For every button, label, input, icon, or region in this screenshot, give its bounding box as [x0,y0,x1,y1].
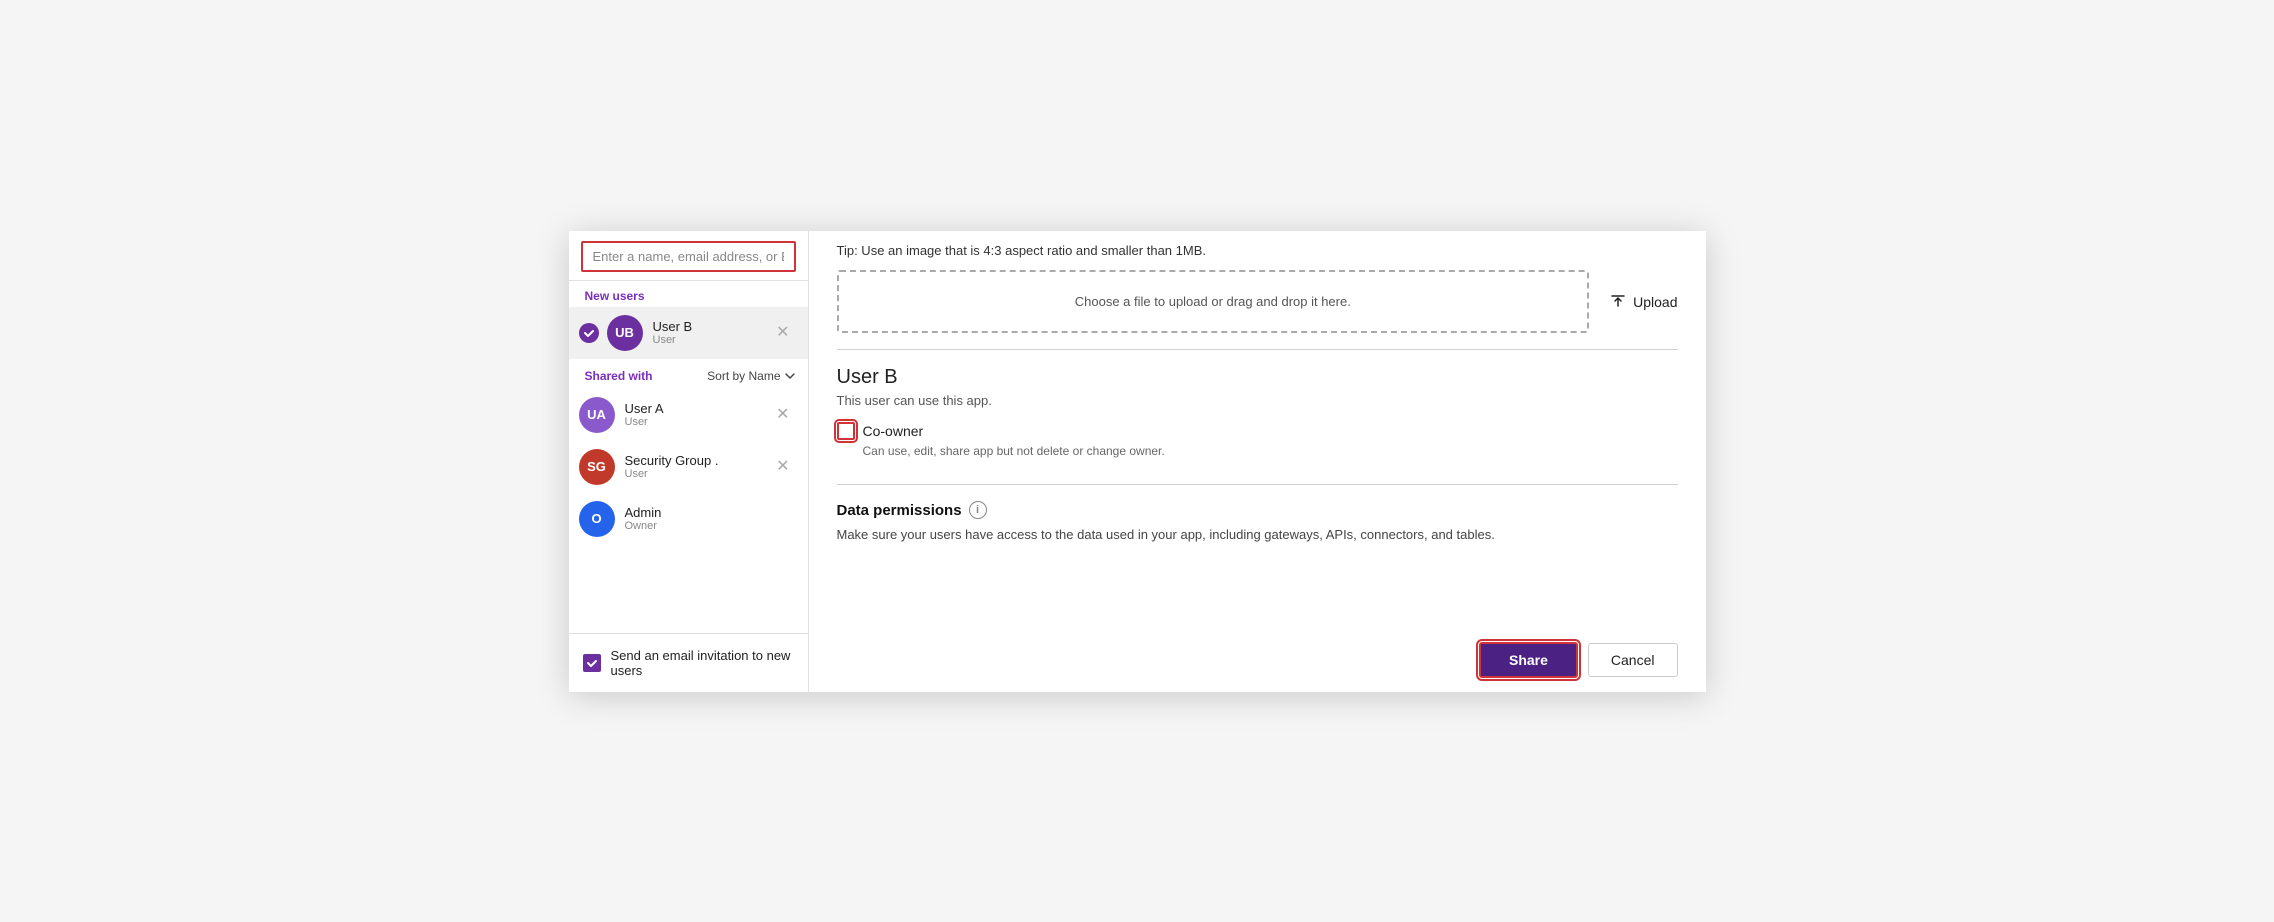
share-dialog: New users UB User B User ✕ Shared with S… [569,231,1706,692]
right-panel: Tip: Use an image that is 4:3 aspect rat… [809,231,1706,692]
email-invite-label: Send an email invitation to new users [611,648,794,678]
remove-user-b-button[interactable]: ✕ [770,323,795,343]
admin-info: Admin Owner [625,505,796,532]
shared-with-header: Shared with Sort by Name [569,359,808,389]
remove-security-group-button[interactable]: ✕ [770,457,795,477]
admin-role: Owner [625,520,796,532]
email-invite-row: Send an email invitation to new users [569,633,808,692]
data-permissions-desc: Make sure your users have access to the … [837,525,1678,545]
admin-avatar: O [579,501,615,537]
new-users-label: New users [569,281,808,307]
divider-2 [837,484,1678,485]
security-group-info: Security Group . User [625,453,771,480]
coowner-row: Co-owner [837,422,1678,440]
checkmark-icon [586,657,598,669]
shared-with-label: Shared with [585,369,653,383]
selected-user-row[interactable]: UB User B User ✕ [569,307,808,359]
info-icon[interactable]: i [969,501,987,519]
right-user-subtitle: This user can use this app. [837,393,1678,408]
search-input[interactable] [581,241,796,272]
user-a-name: User A [625,401,771,416]
bottom-bar: Share Cancel [837,628,1678,692]
upload-label: Upload [1633,294,1677,310]
shared-user-row-ua[interactable]: UA User A User ✕ [569,389,808,441]
search-input-wrapper [569,231,808,281]
user-b-role: User [653,334,771,346]
admin-name: Admin [625,505,796,520]
cancel-button[interactable]: Cancel [1588,643,1678,677]
upload-icon [1609,293,1627,311]
user-a-info: User A User [625,401,771,428]
sort-by-name-label: Sort by Name [707,369,780,383]
shared-user-row-sg[interactable]: SG Security Group . User ✕ [569,441,808,493]
tip-text: Tip: Use an image that is 4:3 aspect rat… [837,231,1678,261]
user-b-avatar: UB [607,315,643,351]
chevron-down-icon [784,370,796,382]
user-a-role: User [625,416,771,428]
left-panel: New users UB User B User ✕ Shared with S… [569,231,809,692]
security-group-avatar: SG [579,449,615,485]
coowner-label: Co-owner [863,423,924,439]
security-group-name: Security Group . [625,453,771,468]
share-button[interactable]: Share [1479,642,1578,678]
remove-user-a-button[interactable]: ✕ [770,405,795,425]
user-b-name: User B [653,319,771,334]
shared-user-row-admin[interactable]: O Admin Owner [569,493,808,545]
right-user-title: User B [837,366,1678,389]
coowner-checkbox[interactable] [837,422,855,440]
divider-1 [837,349,1678,350]
drop-zone[interactable]: Choose a file to upload or drag and drop… [837,270,1590,333]
upload-area: Choose a file to upload or drag and drop… [837,270,1678,333]
data-permissions-label: Data permissions [837,502,962,519]
email-invite-checkbox[interactable] [583,654,601,672]
upload-button[interactable]: Upload [1609,293,1677,311]
check-icon [579,323,599,343]
user-b-info: User B User [653,319,771,346]
user-a-avatar: UA [579,397,615,433]
security-group-role: User [625,468,771,480]
coowner-desc: Can use, edit, share app but not delete … [863,444,1678,458]
sort-by-name-button[interactable]: Sort by Name [707,369,795,383]
data-permissions-header: Data permissions i [837,501,1678,519]
